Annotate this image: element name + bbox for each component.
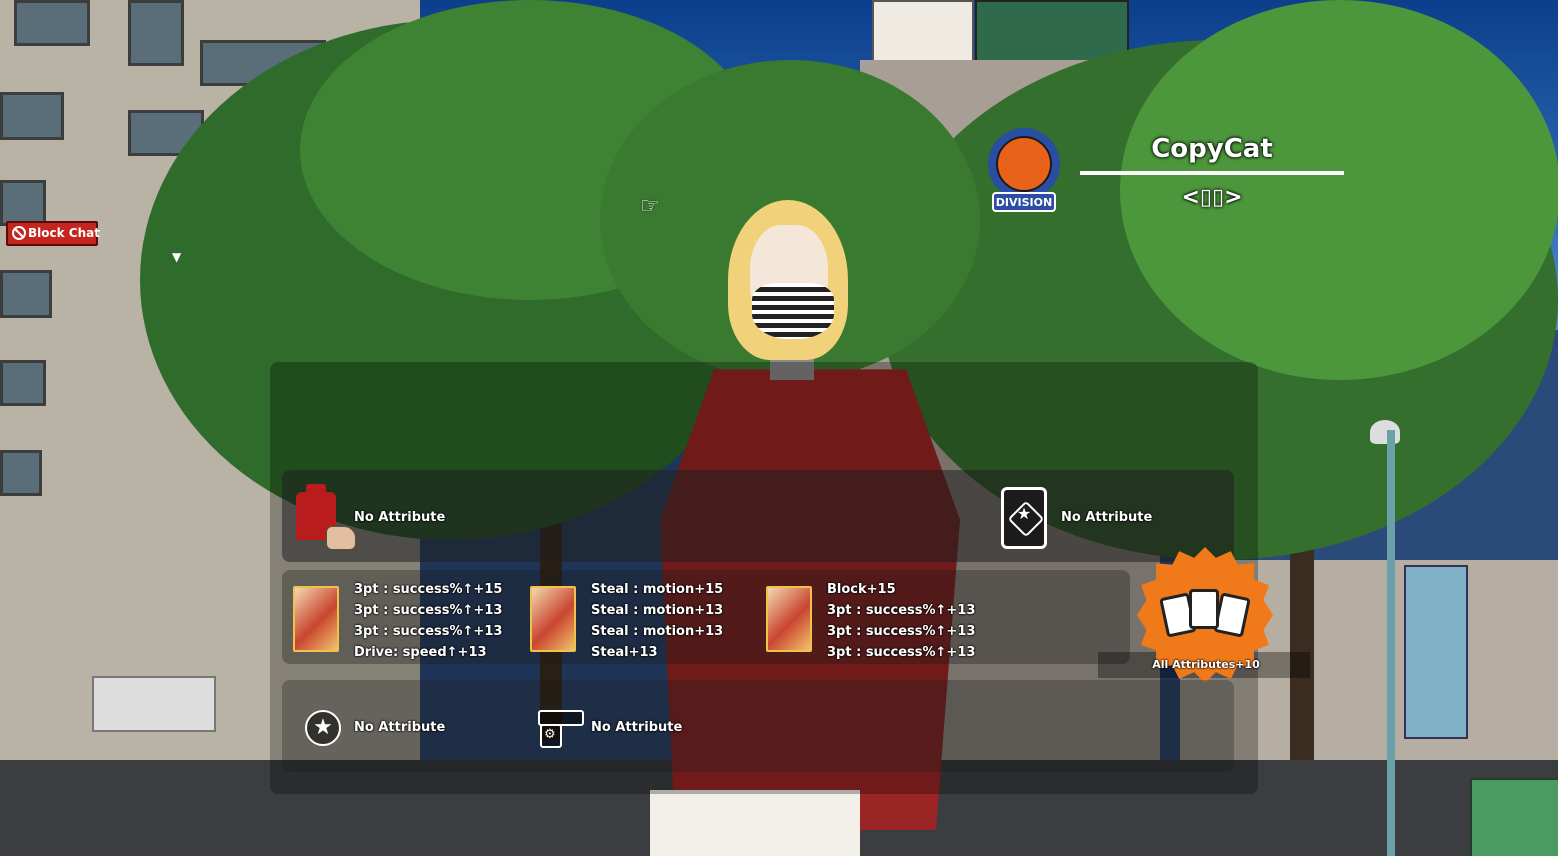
skill-card[interactable] xyxy=(530,586,576,652)
star-slot-attribute: No Attribute xyxy=(354,720,446,735)
basketball-icon xyxy=(996,136,1052,192)
street-lamp xyxy=(1370,420,1400,444)
gear-icon: ⚙ xyxy=(544,727,556,742)
card-stat: Drive: speed↑+13 xyxy=(354,645,487,660)
player-crew-tag: <▯▯> xyxy=(1181,185,1243,210)
accessory-slot-attribute: No Attribute xyxy=(591,720,683,735)
ban-icon xyxy=(12,226,26,240)
basketball-card-icon xyxy=(1189,589,1219,629)
block-chat-button[interactable]: Block Chat xyxy=(6,221,100,246)
card-stat: Steal+13 xyxy=(591,645,658,660)
star-icon[interactable]: ★ xyxy=(305,710,341,746)
costume-attribute: No Attribute xyxy=(354,510,446,525)
dropdown-arrow-icon[interactable]: ▼ xyxy=(172,250,181,264)
card-stat: Steal : motion+13 xyxy=(591,603,724,618)
player-name: CopyCat xyxy=(1151,134,1273,164)
card-stat: 3pt : success%↑+13 xyxy=(827,624,976,639)
card-stats: Steal : motion+15 Steal : motion+13 Stea… xyxy=(591,579,723,663)
card-slot-icon[interactable]: ★ xyxy=(1001,487,1047,549)
card-stats: 3pt : success%↑+15 3pt : success%↑+13 3p… xyxy=(354,579,502,663)
street-banner xyxy=(1404,565,1468,739)
gun-icon[interactable]: ⚙ xyxy=(538,710,584,748)
shoe-icon xyxy=(326,526,356,550)
bus xyxy=(1470,778,1558,856)
card-stat: 3pt : success%↑+13 xyxy=(354,603,503,618)
card-stat: 3pt : success%↑+15 xyxy=(354,582,503,597)
skill-card[interactable] xyxy=(293,586,339,652)
card-slot-attribute: No Attribute xyxy=(1061,510,1153,525)
block-chat-label: Block Chat xyxy=(28,226,100,240)
card-stat: 3pt : success%↑+13 xyxy=(827,603,976,618)
pointer-cursor-icon: ☞ xyxy=(640,194,660,219)
card-stats: Block+15 3pt : success%↑+13 3pt : succes… xyxy=(827,579,975,663)
division-badge: DIVISION xyxy=(972,124,1076,216)
air-conditioner xyxy=(92,676,216,732)
character-mask xyxy=(752,283,834,339)
name-underline xyxy=(1080,171,1344,175)
card-stat: Steal : motion+15 xyxy=(591,582,724,597)
star-icon: ★ xyxy=(1016,504,1032,523)
card-stat: 3pt : success%↑+13 xyxy=(827,645,976,660)
set-bonus-label: All Attributes+10 xyxy=(1152,658,1260,671)
skill-card[interactable] xyxy=(766,586,812,652)
street-lamp-pole xyxy=(1387,430,1395,856)
card-stat: Steal : motion+13 xyxy=(591,624,724,639)
card-stat: Block+15 xyxy=(827,582,896,597)
division-label: DIVISION xyxy=(992,192,1056,212)
character-legs xyxy=(650,790,860,856)
card-stat: 3pt : success%↑+13 xyxy=(354,624,503,639)
